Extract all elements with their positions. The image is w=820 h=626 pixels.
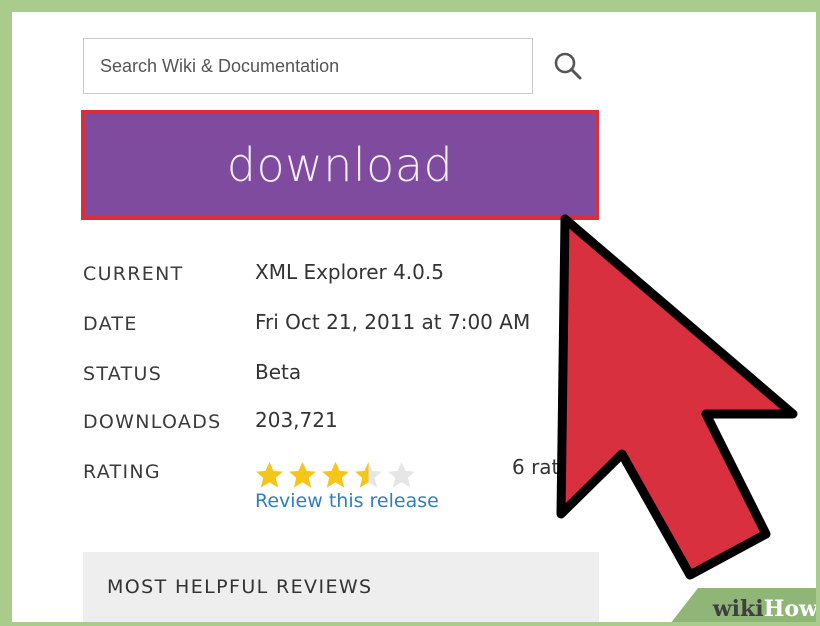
star-filled-icon[interactable] xyxy=(288,461,317,489)
review-release-link[interactable]: Review this release xyxy=(255,490,439,512)
ratings-count: 6 rati xyxy=(512,455,565,479)
info-value: XML Explorer 4.0.5 xyxy=(255,260,444,284)
star-empty-icon[interactable] xyxy=(387,461,416,489)
info-value: Beta xyxy=(255,360,302,384)
star-filled-icon[interactable] xyxy=(321,461,350,489)
wikihow-text: wikiHow xyxy=(712,596,816,622)
search-box[interactable] xyxy=(83,38,533,94)
star-rating[interactable] xyxy=(255,461,416,489)
reviews-title: MOST HELPFUL REVIEWS xyxy=(107,576,373,598)
info-key: DATE xyxy=(83,313,138,335)
info-key: DOWNLOADS xyxy=(83,411,222,433)
info-key: STATUS xyxy=(83,363,163,385)
wikihow-watermark: wikiHow xyxy=(670,588,816,622)
screenshot-frame: download CURRENT XML Explorer 4.0.5 DATE… xyxy=(12,12,816,622)
info-value: Fri Oct 21, 2011 at 7:00 AM xyxy=(255,310,531,334)
download-button[interactable]: download xyxy=(81,110,599,220)
star-half-icon[interactable] xyxy=(354,461,383,489)
search-input[interactable] xyxy=(84,39,532,93)
info-key: RATING xyxy=(83,461,161,483)
most-helpful-reviews-panel: MOST HELPFUL REVIEWS xyxy=(83,552,599,622)
info-value: 203,721 xyxy=(255,408,338,432)
info-key: CURRENT xyxy=(83,263,184,285)
star-filled-icon[interactable] xyxy=(255,461,284,489)
download-label: download xyxy=(226,138,454,192)
search-icon[interactable] xyxy=(552,50,584,82)
